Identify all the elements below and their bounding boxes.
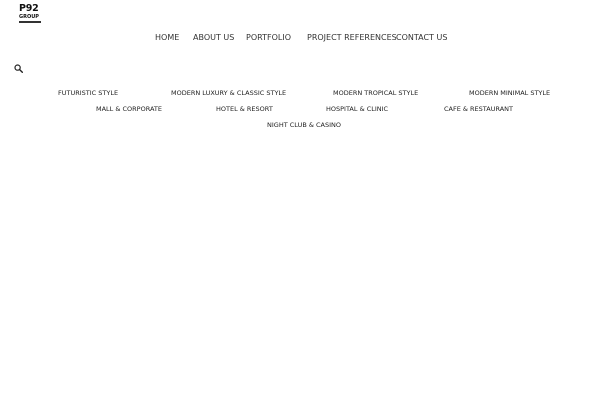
logo-subtext: GROUP: [19, 14, 39, 20]
category-modern-luxury-classic-style[interactable]: MODERN LUXURY & CLASSIC STYLE: [171, 89, 286, 97]
nav-project-references[interactable]: PROJECT REFERENCES: [307, 33, 397, 43]
page: P92 GROUP HOME ABOUT US PORTFOLIO PROJEC…: [0, 0, 600, 400]
category-night-club-casino[interactable]: NIGHT CLUB & CASINO: [267, 121, 341, 129]
nav-contact-us[interactable]: CONTACT US: [396, 33, 447, 43]
category-cafe-restaurant[interactable]: CAFE & RESTAURANT: [444, 105, 513, 113]
nav-portfolio[interactable]: PORTFOLIO: [246, 33, 291, 43]
category-mall-corporate[interactable]: MALL & CORPORATE: [96, 105, 162, 113]
category-futuristic-style[interactable]: FUTURISTIC STYLE: [58, 89, 118, 97]
category-hotel-resort[interactable]: HOTEL & RESORT: [216, 105, 273, 113]
logo-text: P92: [19, 3, 39, 14]
category-modern-tropical-style[interactable]: MODERN TROPICAL STYLE: [333, 89, 418, 97]
nav-about-us[interactable]: ABOUT US: [193, 33, 234, 43]
category-hospital-clinic[interactable]: HOSPITAL & CLINIC: [326, 105, 388, 113]
category-modern-minimal-style[interactable]: MODERN MINIMAL STYLE: [469, 89, 550, 97]
logo-underline: [19, 21, 41, 23]
search-icon[interactable]: [14, 58, 24, 74]
logo[interactable]: P92 GROUP: [19, 4, 43, 26]
nav-home[interactable]: HOME: [155, 33, 179, 43]
